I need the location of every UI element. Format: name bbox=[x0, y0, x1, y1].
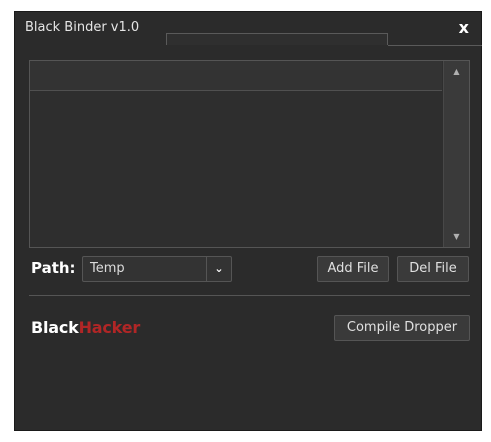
file-list[interactable]: ▲ ▼ bbox=[29, 60, 470, 248]
title-bar[interactable]: Black Binder v1.0 x bbox=[15, 12, 482, 46]
file-list-scrollbar[interactable]: ▲ ▼ bbox=[443, 61, 469, 247]
brand-logo: BlackHacker bbox=[31, 318, 140, 337]
close-icon[interactable]: x bbox=[459, 18, 469, 37]
chevron-down-icon[interactable]: ⌄ bbox=[206, 257, 231, 281]
scroll-up-icon[interactable]: ▲ bbox=[444, 67, 469, 76]
path-selected-value: Temp bbox=[90, 261, 125, 276]
path-label: Path: bbox=[31, 259, 76, 277]
title-tab-frame bbox=[166, 33, 388, 45]
window-title: Black Binder v1.0 bbox=[25, 20, 140, 35]
section-divider bbox=[29, 295, 470, 296]
add-file-button[interactable]: Add File bbox=[317, 256, 389, 282]
binder-window: Black Binder v1.0 x ▲ ▼ Path: Temp ⌄ Add… bbox=[14, 11, 482, 431]
brand-hacker-text: Hacker bbox=[78, 318, 141, 337]
scroll-down-icon[interactable]: ▼ bbox=[444, 232, 469, 241]
del-file-button[interactable]: Del File bbox=[397, 256, 469, 282]
compile-dropper-button[interactable]: Compile Dropper bbox=[334, 315, 470, 341]
title-divider bbox=[388, 45, 482, 46]
file-list-header bbox=[30, 61, 442, 91]
brand-black-text: Black bbox=[31, 318, 79, 337]
path-dropdown[interactable]: Temp ⌄ bbox=[82, 256, 232, 282]
